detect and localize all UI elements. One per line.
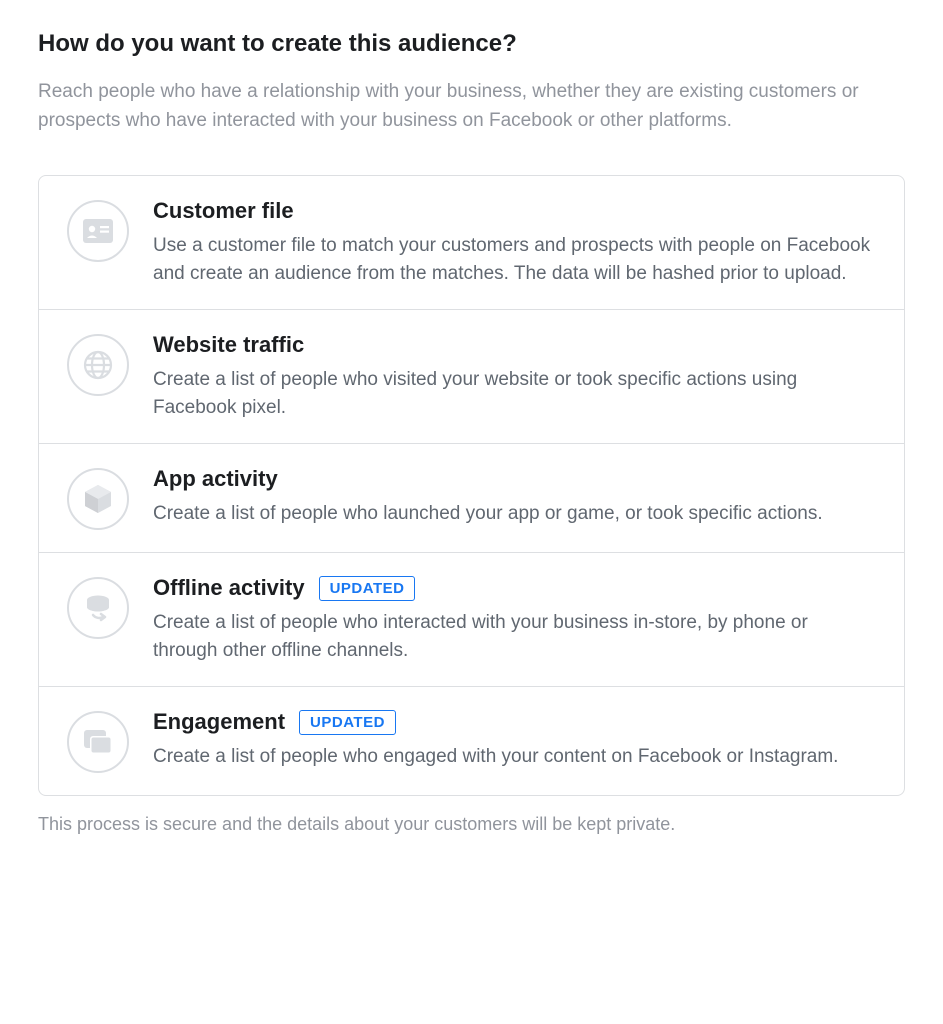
- option-description: Create a list of people who interacted w…: [153, 609, 876, 664]
- option-title: Website traffic: [153, 332, 304, 358]
- option-offline-activity[interactable]: Offline activity UPDATED Create a list o…: [39, 553, 904, 687]
- option-title: Customer file: [153, 198, 294, 224]
- globe-icon: [67, 334, 129, 396]
- page-heading: How do you want to create this audience?: [38, 30, 905, 58]
- option-content: Engagement UPDATED Create a list of peop…: [153, 709, 876, 771]
- option-content: Offline activity UPDATED Create a list o…: [153, 575, 876, 664]
- contact-card-icon: [67, 200, 129, 262]
- option-engagement[interactable]: Engagement UPDATED Create a list of peop…: [39, 687, 904, 795]
- option-title: Offline activity: [153, 575, 305, 601]
- option-description: Create a list of people who launched you…: [153, 500, 876, 528]
- option-description: Create a list of people who visited your…: [153, 366, 876, 421]
- option-title: App activity: [153, 466, 278, 492]
- database-sync-icon: [67, 577, 129, 639]
- option-customer-file[interactable]: Customer file Use a customer file to mat…: [39, 176, 904, 310]
- cube-icon: [67, 468, 129, 530]
- option-content: App activity Create a list of people who…: [153, 466, 876, 528]
- option-content: Customer file Use a customer file to mat…: [153, 198, 876, 287]
- option-description: Create a list of people who engaged with…: [153, 743, 876, 771]
- footer-note: This process is secure and the details a…: [38, 814, 905, 835]
- audience-option-list: Customer file Use a customer file to mat…: [38, 175, 905, 796]
- updated-badge: UPDATED: [299, 710, 396, 735]
- option-title: Engagement: [153, 709, 285, 735]
- option-app-activity[interactable]: App activity Create a list of people who…: [39, 444, 904, 553]
- page-description: Reach people who have a relationship wit…: [38, 78, 905, 135]
- updated-badge: UPDATED: [319, 576, 416, 601]
- option-description: Use a customer file to match your custom…: [153, 232, 876, 287]
- option-website-traffic[interactable]: Website traffic Create a list of people …: [39, 310, 904, 444]
- stack-icon: [67, 711, 129, 773]
- option-content: Website traffic Create a list of people …: [153, 332, 876, 421]
